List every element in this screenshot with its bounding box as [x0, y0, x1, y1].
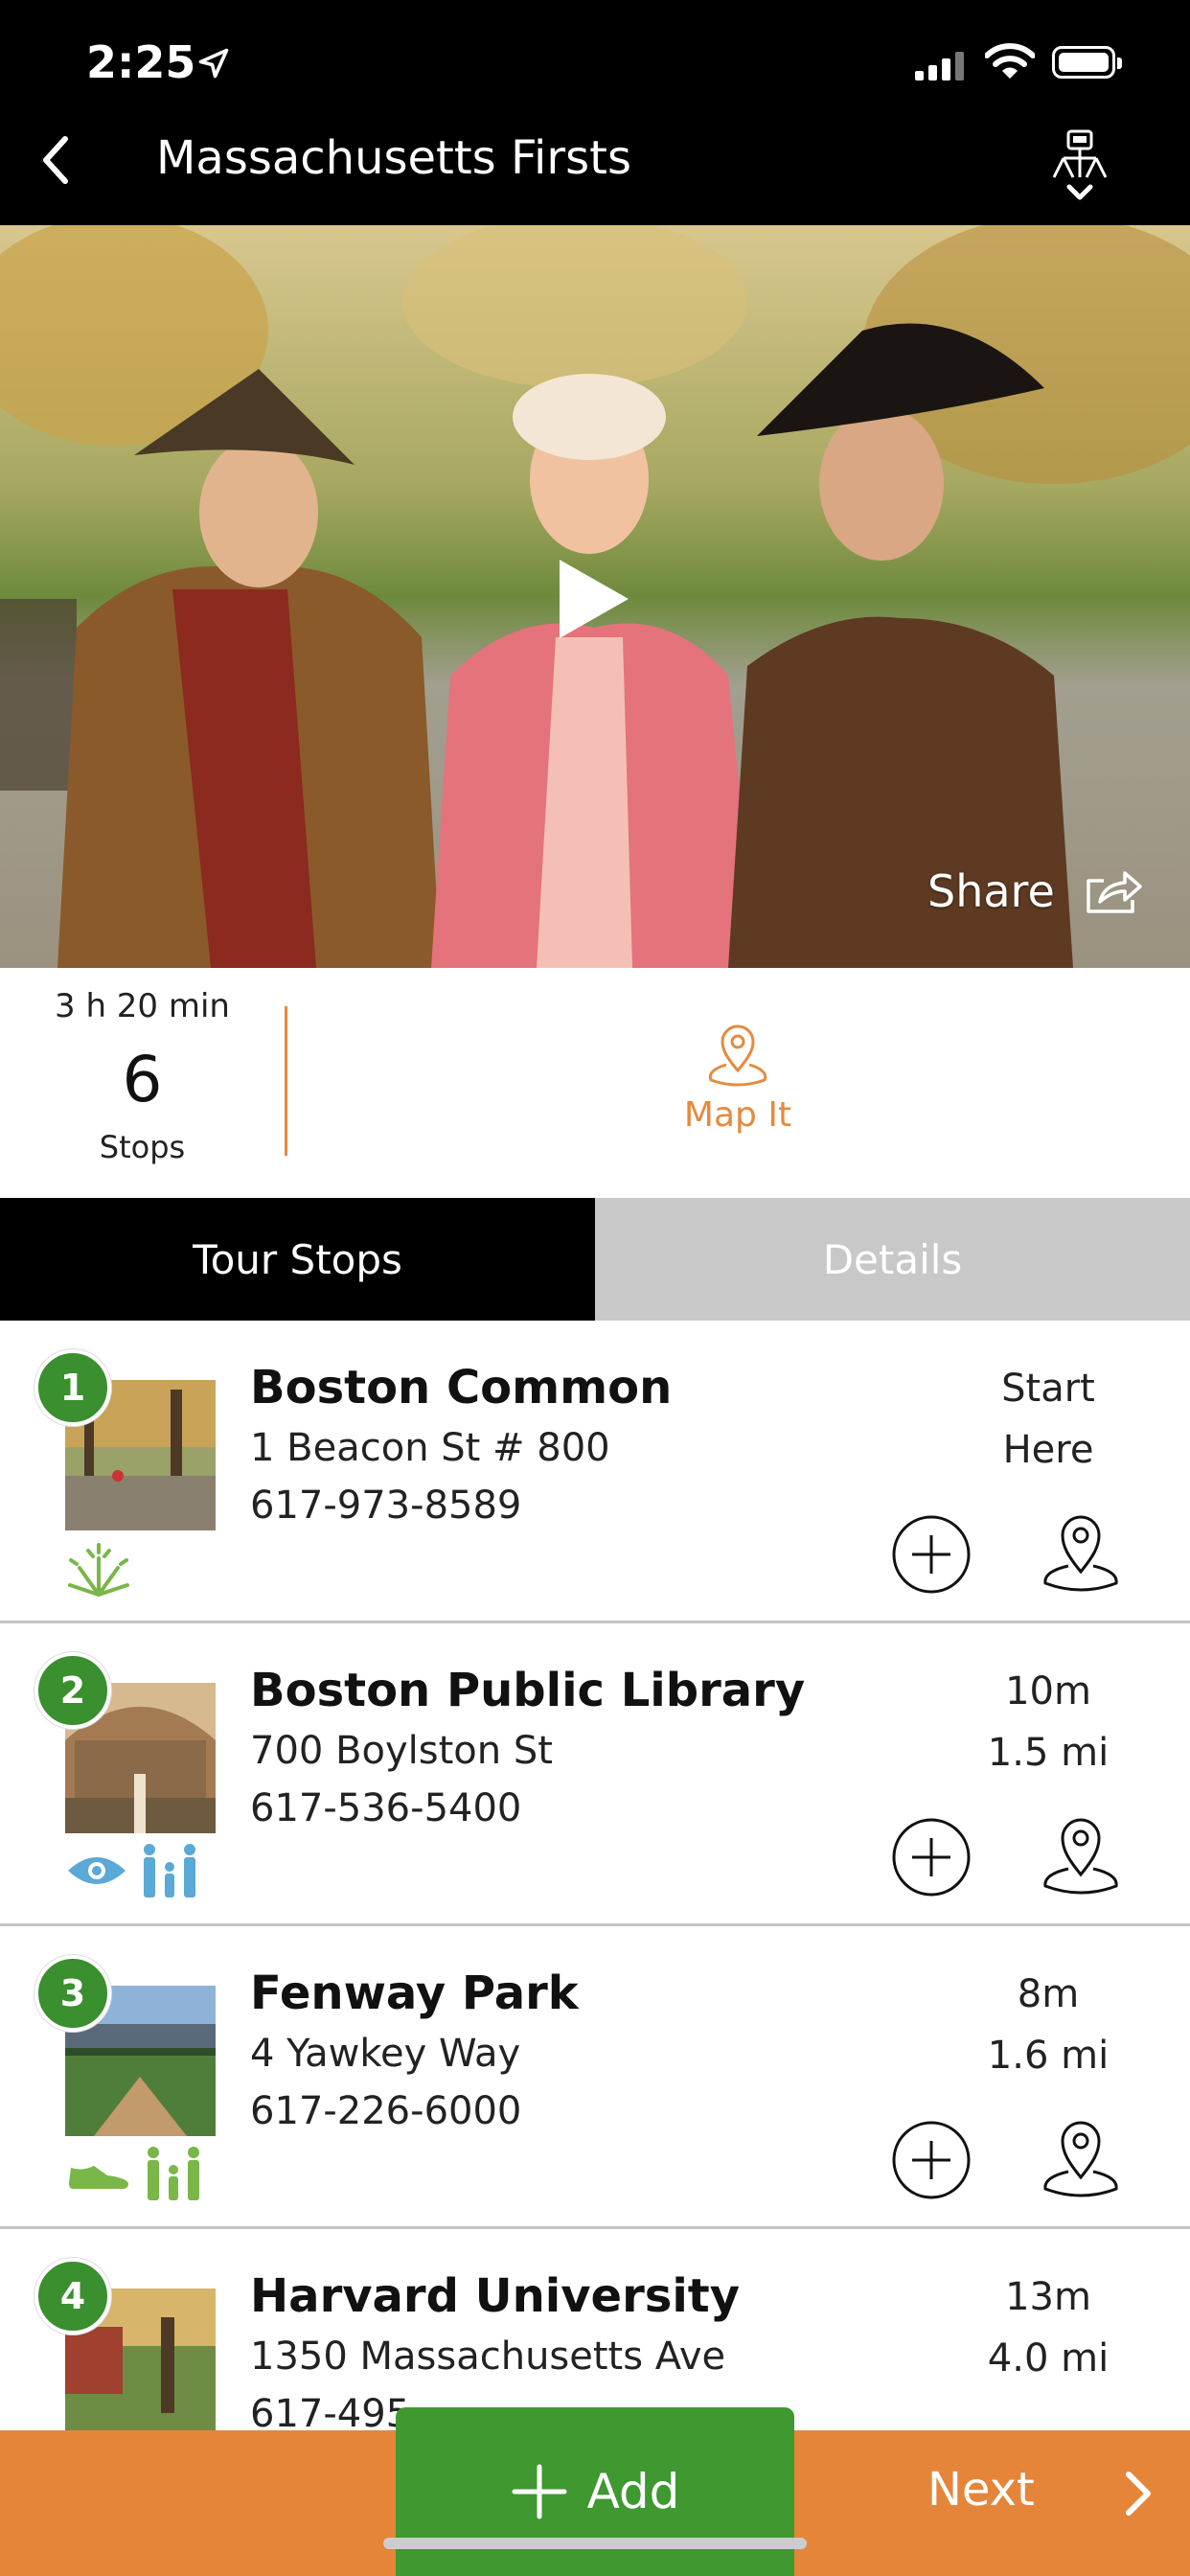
play-icon[interactable] [556, 556, 632, 642]
stop-phone[interactable]: 617-973-8589 [250, 1484, 521, 1528]
stop-number-badge: 2 [34, 1652, 111, 1729]
amenity-icons [65, 1536, 132, 1599]
wifi-icon [985, 43, 1035, 79]
stop-address: 4 Yawkey Way [250, 2032, 521, 2076]
stop-number-badge: 4 [34, 2258, 111, 2334]
add-button[interactable]: Add [396, 2407, 794, 2576]
list-item[interactable]: 2 Boston Public Library 700 Boylston St … [0, 1623, 1190, 1926]
back-chevron-icon[interactable] [36, 131, 75, 189]
family-icon [144, 1844, 195, 1898]
status-time: 2:25 [86, 36, 196, 88]
map-it-button[interactable]: Map It [671, 1021, 805, 1135]
stop-number-badge: 3 [34, 1955, 111, 2032]
status-bar: 2:25 [0, 0, 1190, 129]
tour-summary: 3 h 20 min 6 Stops Map It [0, 968, 1190, 1198]
add-button-label: Add [586, 2464, 680, 2519]
stop-time-label: 10m [1005, 1669, 1091, 1714]
stop-distance-label: Here [1002, 1428, 1094, 1472]
battery-icon [1052, 46, 1122, 79]
tour-duration: 3 h 20 min [55, 987, 230, 1025]
stop-name[interactable]: Boston Common [250, 1361, 672, 1414]
amenity-icons [65, 1839, 203, 1902]
tab-bar: Tour Stops Details [0, 1198, 1190, 1321]
list-item[interactable]: 3 Fenway Park 4 Yawkey Way 617-226-6000 … [0, 1926, 1190, 2229]
plus-icon [512, 2464, 567, 2519]
stop-address: 700 Boylston St [250, 1729, 553, 1773]
home-indicator[interactable] [383, 2538, 807, 2549]
share-icon[interactable] [1083, 867, 1144, 915]
amenity-icons [65, 2142, 207, 2205]
stops-label: Stops [99, 1129, 186, 1165]
family-icon [148, 2147, 199, 2200]
stop-name[interactable]: Harvard University [250, 2269, 740, 2323]
location-arrow-icon [198, 48, 229, 79]
stop-time-label: 13m [1005, 2275, 1091, 2319]
stop-address: 1 Beacon St # 800 [250, 1426, 610, 1470]
cellular-signal-icon [915, 50, 964, 80]
stop-time-label: Start [1001, 1367, 1095, 1411]
sneaker-icon [69, 2166, 128, 2189]
tour-guide-dropdown-icon[interactable] [1044, 112, 1115, 208]
tab-tour-stops[interactable]: Tour Stops [0, 1198, 595, 1321]
stop-distance-label: 1.6 mi [987, 2034, 1110, 2078]
add-circle-icon[interactable] [891, 1817, 972, 1898]
stop-phone[interactable]: 617-536-5400 [250, 1786, 521, 1830]
tour-stops-list: 1 Boston Common 1 Beacon St # 800 617-97… [0, 1321, 1190, 2532]
next-button[interactable]: Next [927, 2463, 1035, 2517]
tab-details[interactable]: Details [595, 1198, 1190, 1321]
tour-video[interactable]: Share [0, 225, 1190, 968]
stop-distance-label: 4.0 mi [987, 2336, 1110, 2380]
stop-distance-label: 1.5 mi [987, 1731, 1110, 1775]
page-title: Massachusetts Firsts [156, 131, 631, 185]
eye-icon [68, 1857, 126, 1884]
location-pin-icon[interactable] [1040, 1813, 1122, 1898]
stop-name[interactable]: Fenway Park [250, 1966, 579, 2020]
summary-divider [285, 1006, 287, 1156]
stop-name[interactable]: Boston Public Library [250, 1664, 805, 1717]
stop-number-badge: 1 [34, 1349, 111, 1426]
fireworks-icon [68, 1543, 129, 1597]
stop-phone[interactable]: 617-226-6000 [250, 2089, 521, 2133]
share-label[interactable]: Share [927, 865, 1055, 917]
location-pin-icon[interactable] [1040, 2116, 1122, 2200]
map-it-label: Map It [683, 1095, 792, 1135]
stops-count: 6 [122, 1043, 163, 1116]
stop-time-label: 8m [1017, 1972, 1080, 2016]
add-circle-icon[interactable] [891, 1514, 972, 1595]
stop-address: 1350 Massachusetts Ave [250, 2334, 726, 2379]
nav-bar: Massachusetts Firsts [0, 129, 1190, 225]
chevron-right-icon[interactable] [1121, 2465, 1156, 2522]
list-item[interactable]: 1 Boston Common 1 Beacon St # 800 617-97… [0, 1321, 1190, 1623]
map-pin-icon [708, 1024, 767, 1087]
location-pin-icon[interactable] [1040, 1510, 1122, 1595]
add-circle-icon[interactable] [891, 2120, 972, 2200]
